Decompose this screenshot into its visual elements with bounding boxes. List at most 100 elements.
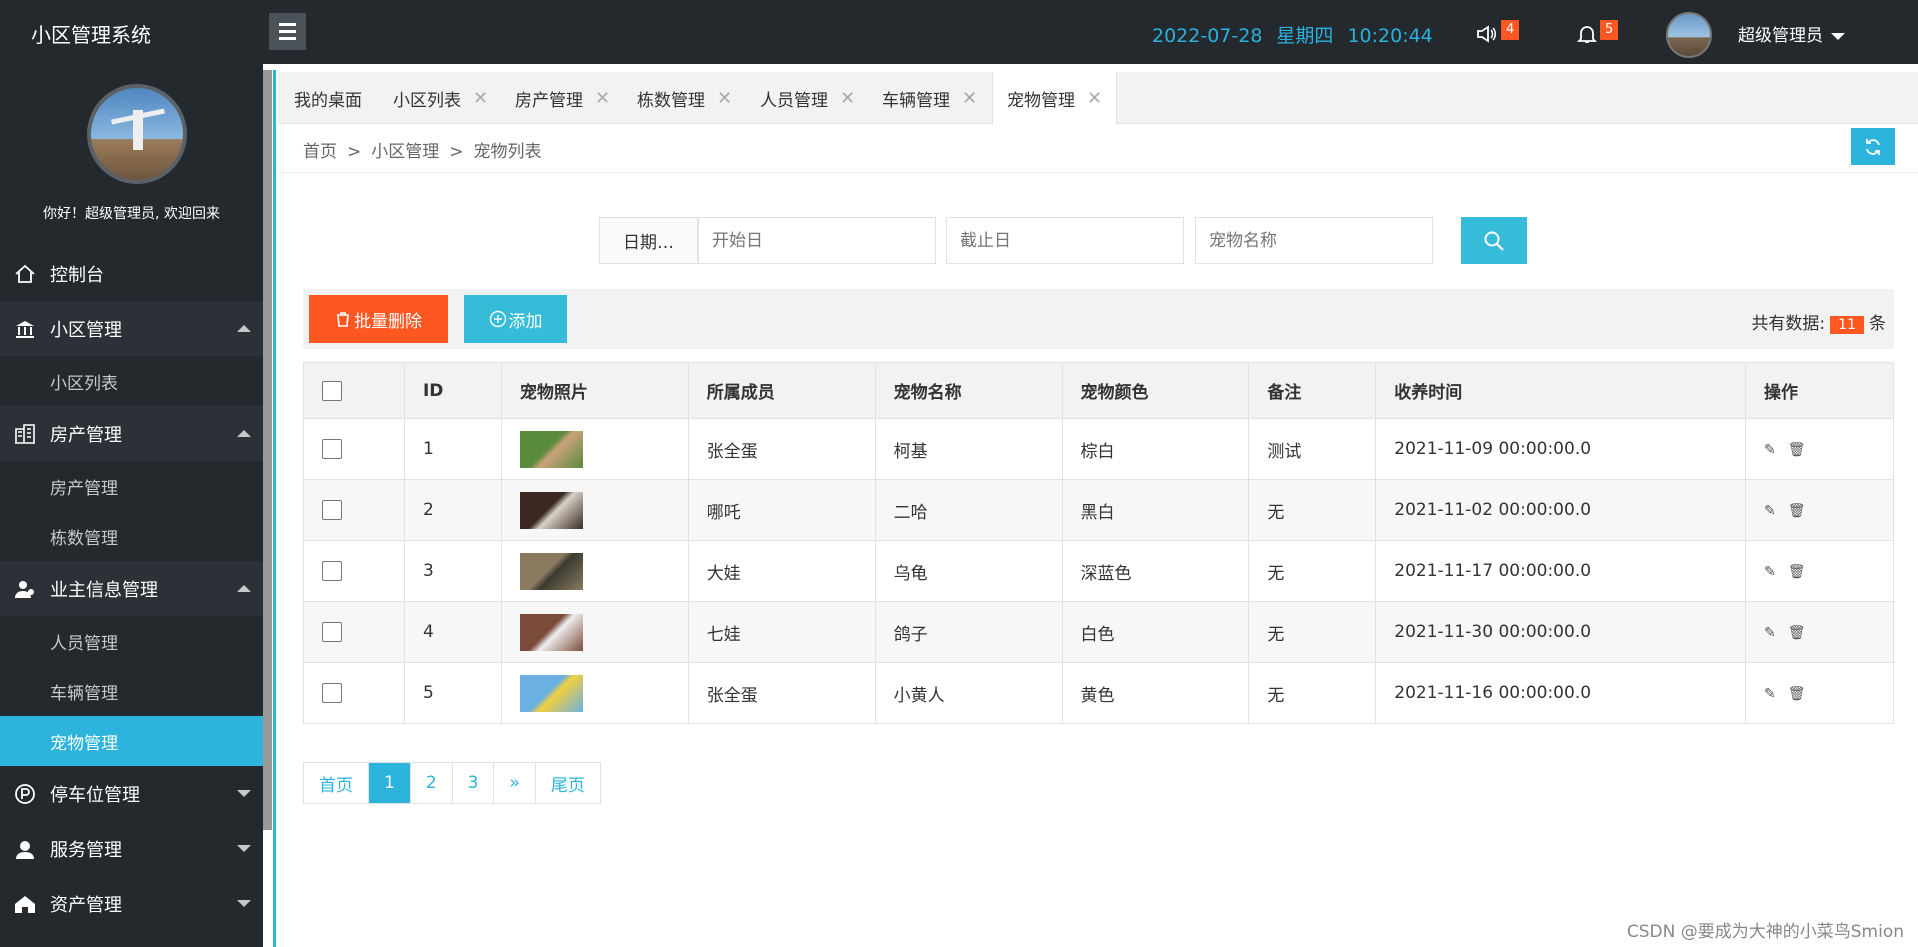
sidebar-item-parking[interactable]: 停车位管理 <box>0 766 263 821</box>
bell-icon <box>1576 25 1598 43</box>
bell-badge: 5 <box>1600 20 1619 40</box>
table-row: 4 七娃 鸽子 白色无 2021-11-30 00:00:00.0 ✎ 🗑 <box>303 601 1894 663</box>
tab-desktop[interactable]: 我的桌面 <box>294 72 362 124</box>
cell-id: 3 <box>403 540 502 602</box>
breadcrumb-current: 宠物列表 <box>473 142 542 162</box>
edit-icon[interactable]: ✎ <box>1764 625 1776 641</box>
cell-actions: ✎ 🗑 <box>1745 601 1894 663</box>
row-checkbox[interactable] <box>322 561 342 581</box>
refresh-button[interactable] <box>1851 128 1895 165</box>
end-date-input[interactable] <box>946 217 1184 264</box>
sidebar-item-service[interactable]: 服务管理 <box>0 821 263 876</box>
column-header: ID <box>403 362 502 419</box>
sidebar-item-community[interactable]: 小区管理 <box>0 301 263 356</box>
select-all-checkbox[interactable] <box>322 380 342 401</box>
tab-building[interactable]: 栋数管理 ✕ <box>637 72 732 124</box>
table-header-row: ID 宠物照片 所属成员 宠物名称 宠物颜色 备注 收养时间 操作 <box>303 362 1894 419</box>
user-menu[interactable]: 超级管理员 <box>1738 21 1845 46</box>
notification-button[interactable]: 5 <box>1576 20 1619 44</box>
row-checkbox[interactable] <box>322 622 342 642</box>
page-last[interactable]: 尾页 <box>535 763 600 803</box>
tab-community-list[interactable]: 小区列表 ✕ <box>393 72 488 124</box>
close-icon[interactable]: ✕ <box>473 88 488 109</box>
delete-icon[interactable]: 🗑 <box>1788 564 1806 580</box>
row-checkbox[interactable] <box>322 439 342 459</box>
column-header: 备注 <box>1248 362 1377 419</box>
announcement-button[interactable]: 4 <box>1476 20 1520 44</box>
cell-actions: ✎ 🗑 <box>1745 418 1894 480</box>
tab-pets[interactable]: 宠物管理 ✕ <box>992 72 1118 125</box>
sidebar-item-label: 控制台 <box>50 264 104 286</box>
page-first[interactable]: 首页 <box>304 763 369 803</box>
cell-pet-color: 黑白 <box>1061 479 1250 541</box>
breadcrumb-home[interactable]: 首页 <box>303 142 337 162</box>
row-checkbox[interactable] <box>322 500 342 520</box>
tab-property[interactable]: 房产管理 ✕ <box>515 72 610 124</box>
pet-table: ID 宠物照片 所属成员 宠物名称 宠物颜色 备注 收养时间 操作 1 张全蛋 柯基… <box>303 362 1894 724</box>
content-divider <box>273 70 276 947</box>
close-icon[interactable]: ✕ <box>1087 88 1102 109</box>
start-date-input[interactable] <box>698 217 936 264</box>
row-select-cell <box>303 540 405 602</box>
delete-icon[interactable]: 🗑 <box>1788 625 1806 641</box>
sidebar-item-building-manage[interactable]: 栋数管理 <box>0 511 263 561</box>
row-checkbox[interactable] <box>322 683 342 703</box>
page-next[interactable]: » <box>494 763 536 803</box>
sidebar-item-pets[interactable]: 宠物管理 <box>0 716 263 766</box>
sidebar-scrollbar[interactable] <box>263 70 272 830</box>
edit-icon[interactable]: ✎ <box>1764 442 1776 458</box>
delete-icon[interactable]: 🗑 <box>1788 442 1806 458</box>
tab-vehicles[interactable]: 车辆管理 ✕ <box>882 72 977 124</box>
cell-adopt-time: 2021-11-17 00:00:00.0 <box>1375 540 1747 602</box>
tab-label: 宠物管理 <box>1007 91 1075 111</box>
tab-people[interactable]: 人员管理 ✕ <box>760 72 855 124</box>
pet-name-input[interactable] <box>1195 217 1433 264</box>
edit-icon[interactable]: ✎ <box>1764 564 1776 580</box>
sidebar-item-people[interactable]: 人员管理 <box>0 616 263 666</box>
tab-label: 车辆管理 <box>882 90 950 111</box>
row-select-cell <box>303 479 405 541</box>
sidebar-item-vehicles[interactable]: 车辆管理 <box>0 666 263 716</box>
refresh-icon <box>1866 138 1880 155</box>
delete-icon[interactable]: 🗑 <box>1788 686 1806 702</box>
close-icon[interactable]: ✕ <box>840 88 855 109</box>
column-header: 宠物名称 <box>874 362 1063 419</box>
close-icon[interactable]: ✕ <box>595 88 610 109</box>
avatar[interactable] <box>1666 12 1712 58</box>
sidebar-item-owner-info[interactable]: 业主信息管理 <box>0 561 263 616</box>
cell-id: 4 <box>403 601 502 663</box>
delete-icon[interactable]: 🗑 <box>1788 503 1806 519</box>
page-1[interactable]: 1 <box>369 763 411 803</box>
batch-delete-button[interactable]: 批量删除 <box>309 295 448 343</box>
close-icon[interactable]: ✕ <box>717 88 732 109</box>
sidebar-item-dashboard[interactable]: 控制台 <box>0 246 263 301</box>
cell-id: 1 <box>403 418 502 480</box>
page-2[interactable]: 2 <box>410 763 453 803</box>
home-icon <box>12 262 38 286</box>
sidebar-item-property-manage[interactable]: 房产管理 <box>0 461 263 511</box>
total-label: 共有数据: <box>1751 314 1826 334</box>
chevron-up-icon <box>237 325 251 332</box>
pet-photo <box>519 674 583 712</box>
edit-icon[interactable]: ✎ <box>1764 686 1776 702</box>
pet-photo <box>519 430 583 468</box>
sidebar-item-label: 房产管理 <box>50 424 122 446</box>
date-select[interactable]: 日期… <box>599 217 698 264</box>
search-button[interactable] <box>1461 217 1527 264</box>
users-icon <box>12 577 38 601</box>
top-bar: 小区管理系统 2022-07-28 星期四 10:20:44 4 5 超级管理员 <box>0 0 1918 64</box>
close-icon[interactable]: ✕ <box>962 88 977 109</box>
sidebar-item-assets[interactable]: 资产管理 <box>0 876 263 931</box>
total-count-badge: 11 <box>1830 316 1864 334</box>
breadcrumb-community[interactable]: 小区管理 <box>371 142 439 162</box>
page-3[interactable]: 3 <box>452 763 495 803</box>
sidebar-item-community-list[interactable]: 小区列表 <box>0 356 263 406</box>
edit-icon[interactable]: ✎ <box>1764 503 1776 519</box>
menu-toggle-button[interactable] <box>269 13 306 50</box>
tab-label: 人员管理 <box>760 90 828 111</box>
cell-pet-name: 柯基 <box>874 418 1063 480</box>
add-button[interactable]: 添加 <box>464 295 567 343</box>
cell-pet-name: 小黄人 <box>874 662 1063 724</box>
table-toolbar: 批量删除 添加 共有数据: 11 条 <box>303 289 1894 349</box>
sidebar-item-property[interactable]: 房产管理 <box>0 406 263 461</box>
